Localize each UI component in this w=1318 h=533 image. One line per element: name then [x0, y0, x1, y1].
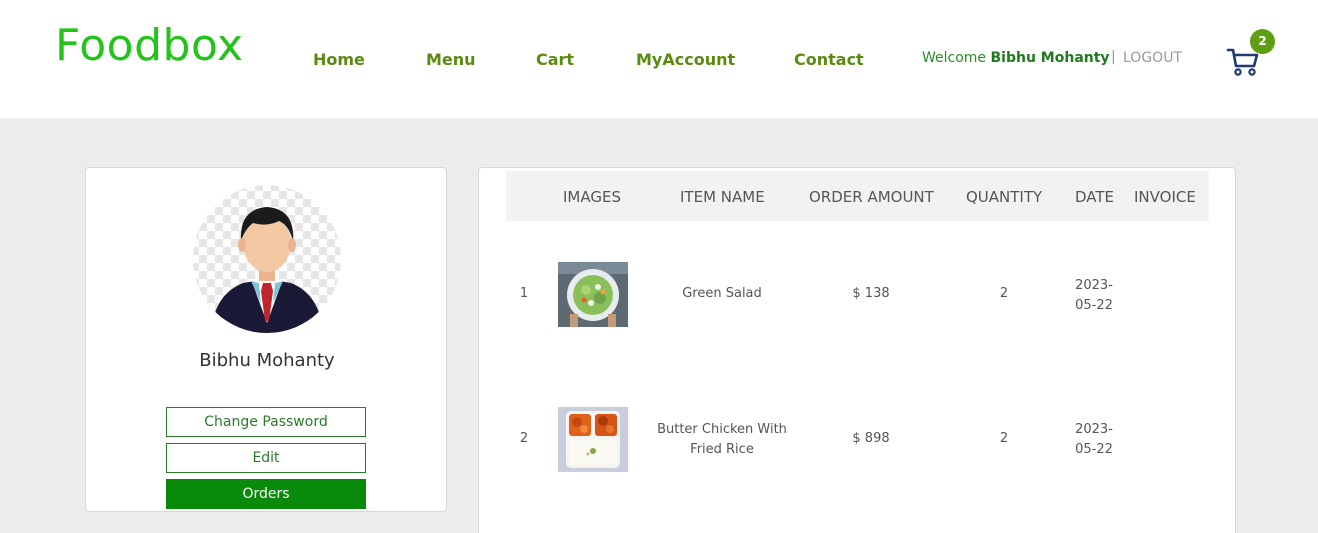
welcome-prefix: Welcome	[922, 50, 987, 66]
order-date-day: 05-22	[1075, 298, 1113, 313]
profile-name: Bibhu Mohanty	[199, 350, 335, 371]
header-separator: |	[1111, 49, 1116, 65]
change-password-button[interactable]: Change Password	[166, 407, 366, 437]
user-avatar	[193, 185, 341, 333]
table-header: IMAGES ITEM NAME ORDER AMOUNT QUANTITY D…	[506, 171, 1209, 221]
top-header: Foodbox Home Menu Cart MyAccount Contact…	[0, 0, 1318, 118]
quantity: 2	[999, 286, 1009, 301]
order-amount: $ 138	[852, 286, 890, 301]
butter-chicken-image	[558, 407, 628, 472]
welcome-message: Welcome Bibhu Mohanty	[922, 50, 1110, 66]
welcome-username: Bibhu Mohanty	[990, 50, 1110, 66]
col-quantity: QUANTITY	[966, 188, 1043, 206]
nav-contact[interactable]: Contact	[794, 50, 864, 69]
order-date: 2023- 05-22	[1069, 276, 1119, 316]
orders-panel: IMAGES ITEM NAME ORDER AMOUNT QUANTITY D…	[478, 167, 1236, 533]
order-date-day: 05-22	[1075, 442, 1113, 457]
green-salad-image	[558, 262, 628, 327]
profile-card: Bibhu Mohanty Change Password Edit Order…	[85, 167, 447, 512]
edit-profile-button[interactable]: Edit	[166, 443, 366, 473]
row-index: 2	[519, 431, 529, 446]
site-logo[interactable]: Foodbox	[55, 20, 244, 71]
nav-menu[interactable]: Menu	[426, 50, 476, 69]
quantity: 2	[999, 431, 1009, 446]
item-name: Green Salad	[682, 286, 762, 301]
order-date-year: 2023-	[1075, 422, 1113, 437]
order-date-year: 2023-	[1075, 278, 1113, 293]
nav-cart[interactable]: Cart	[536, 50, 574, 69]
order-date: 2023- 05-22	[1069, 420, 1119, 460]
item-name: Butter Chicken With Fried Rice	[657, 422, 787, 457]
nav-home[interactable]: Home	[313, 50, 365, 69]
nav-myaccount[interactable]: MyAccount	[636, 50, 735, 69]
col-images: IMAGES	[563, 188, 621, 206]
order-amount: $ 898	[852, 431, 890, 446]
row-index: 1	[519, 286, 529, 301]
col-date: DATE	[1075, 188, 1115, 206]
col-order-amount: ORDER AMOUNT	[809, 188, 934, 206]
orders-button[interactable]: Orders	[166, 479, 366, 509]
col-invoice: INVOICE	[1134, 188, 1196, 206]
cart-count-badge: 2	[1250, 29, 1275, 54]
logout-link[interactable]: LOGOUT	[1123, 50, 1182, 66]
col-item-name: ITEM NAME	[680, 188, 765, 206]
